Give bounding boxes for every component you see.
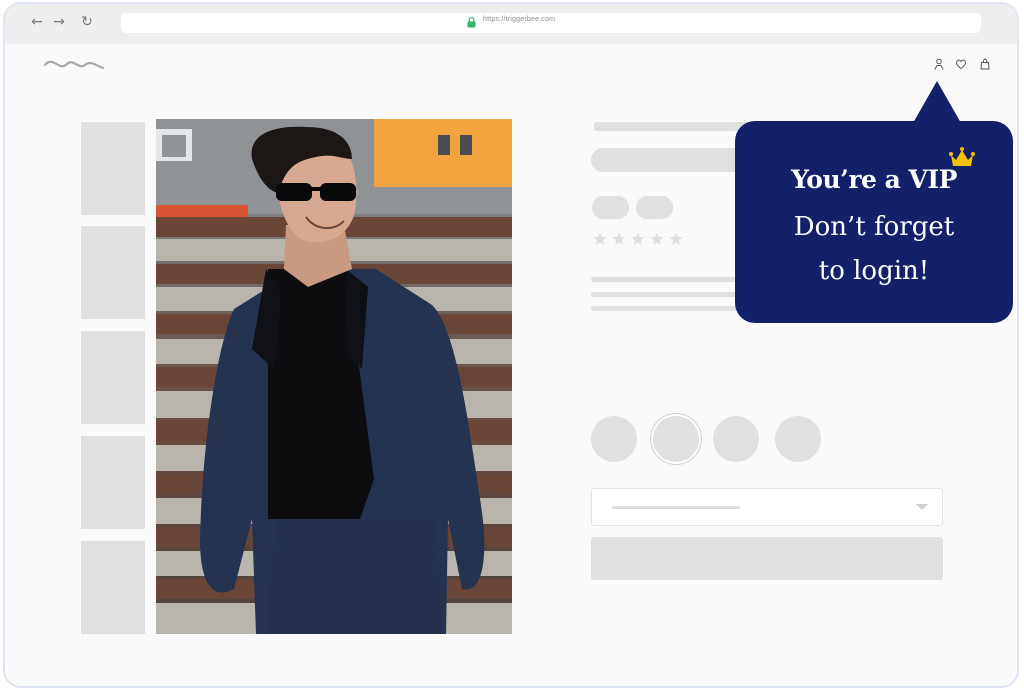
reload-icon[interactable]: ↻ — [79, 14, 95, 30]
thumbnail-1[interactable] — [81, 122, 145, 215]
product-image[interactable] — [156, 119, 512, 634]
user-icon[interactable] — [933, 58, 945, 70]
select-value-placeholder — [612, 506, 740, 509]
thumbnail-4[interactable] — [81, 436, 145, 529]
add-to-cart-button[interactable] — [591, 537, 943, 580]
star-icon — [593, 232, 607, 245]
vip-login-popup[interactable]: You’re a VIP Don’t forget to login! — [735, 81, 1013, 323]
size-select[interactable] — [591, 488, 943, 526]
bag-icon[interactable] — [979, 58, 991, 70]
color-swatch-3[interactable] — [713, 416, 759, 462]
star-icon — [669, 232, 683, 245]
browser-toolbar: ← → ↻ https://triggerbee.com — [5, 4, 1017, 44]
tag-placeholder-1 — [592, 196, 629, 219]
popup-message-line-2: to login! — [818, 256, 930, 286]
chevron-down-icon — [916, 504, 928, 510]
back-icon[interactable]: ← — [29, 14, 45, 30]
forward-icon[interactable]: → — [51, 14, 67, 30]
product-photo-illustration — [156, 119, 512, 634]
lock-icon — [467, 17, 476, 28]
popup-pointer — [913, 81, 961, 123]
url-text: https://triggerbee.com — [483, 16, 556, 23]
thumbnail-3[interactable] — [81, 331, 145, 424]
browser-window: ← → ↻ https://triggerbee.com You’re a VI… — [3, 2, 1019, 688]
color-swatch-1[interactable] — [591, 416, 637, 462]
popup-message-line-1: Don’t forget — [793, 212, 955, 242]
star-icon — [631, 232, 645, 245]
wave-logo-icon[interactable] — [43, 56, 107, 74]
rating-stars — [593, 232, 683, 246]
address-bar[interactable]: https://triggerbee.com — [121, 13, 981, 33]
color-swatch-4[interactable] — [775, 416, 821, 462]
star-icon — [612, 232, 626, 245]
color-swatch-2-selected[interactable] — [653, 416, 699, 462]
popup-title: You’re a VIP — [791, 165, 957, 194]
thumbnail-5[interactable] — [81, 541, 145, 634]
star-icon — [650, 232, 664, 245]
tag-placeholder-2 — [636, 196, 673, 219]
thumbnail-2[interactable] — [81, 226, 145, 319]
heart-icon[interactable] — [955, 58, 967, 70]
